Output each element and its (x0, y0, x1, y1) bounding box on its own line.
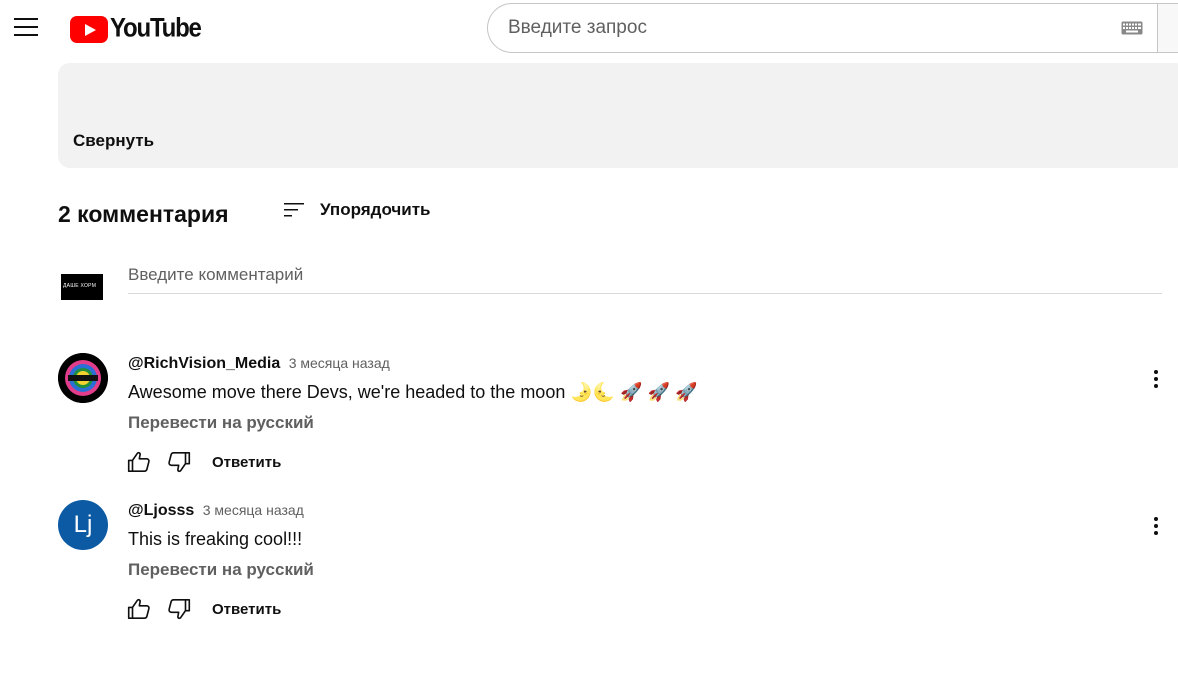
dislike-icon[interactable] (166, 449, 192, 475)
search-input[interactable]: Введите запрос (508, 17, 647, 39)
comment-actions: Ответить (126, 596, 281, 622)
avatar-initials: Lj (73, 511, 93, 538)
logo-text: YouTube (110, 13, 202, 44)
dislike-icon[interactable] (166, 596, 192, 622)
comment-time[interactable]: 3 месяца назад (289, 355, 390, 371)
author-line: @Ljosss 3 месяца назад (128, 502, 304, 520)
youtube-logo[interactable]: YouTube (70, 13, 202, 44)
author-line: @RichVision_Media 3 месяца назад (128, 355, 390, 373)
search-box[interactable]: Введите запрос (487, 3, 1157, 53)
like-icon[interactable] (126, 449, 152, 475)
description-panel: Свернуть (58, 63, 1178, 168)
search-button[interactable] (1157, 3, 1178, 53)
sort-icon (284, 203, 304, 217)
collapse-button[interactable]: Свернуть (73, 131, 154, 151)
comment-text: This is freaking cool!!! (128, 529, 303, 549)
comment-text: Awesome move there Devs, we're headed to… (128, 382, 698, 402)
comments-count: 2 комментария (58, 201, 229, 227)
avatar[interactable] (58, 353, 108, 403)
sort-button[interactable]: Упорядочить (282, 198, 431, 222)
page: YouTube Введите запрос Свернуть 2 коммен… (0, 0, 1178, 677)
menu-icon[interactable] (14, 18, 38, 38)
more-vert-icon[interactable] (1144, 367, 1168, 391)
sort-label: Упорядочить (320, 200, 431, 219)
avatar-image (58, 353, 108, 403)
like-icon[interactable] (126, 596, 152, 622)
translate-button[interactable]: Перевести на русский (128, 413, 314, 433)
reply-button[interactable]: Ответить (212, 454, 281, 471)
my-avatar-text: ДАШЕ ХОРМ (63, 283, 97, 289)
youtube-logo-icon (70, 15, 108, 43)
comment-author[interactable]: @Ljosss (128, 502, 194, 519)
add-comment-input[interactable]: Введите комментарий (128, 265, 1162, 294)
more-vert-icon[interactable] (1144, 514, 1168, 538)
comment-item: Lj @Ljosss 3 месяца назад This is freaki… (58, 500, 1168, 640)
keyboard-icon[interactable] (1121, 21, 1143, 35)
avatar[interactable]: Lj (58, 500, 108, 550)
reply-button[interactable]: Ответить (212, 601, 281, 618)
comment-item: @RichVision_Media 3 месяца назад Awesome… (58, 353, 1168, 493)
my-avatar: ДАШЕ ХОРМ (61, 274, 103, 300)
comment-actions: Ответить (126, 449, 281, 475)
comment-author[interactable]: @RichVision_Media (128, 355, 280, 372)
add-comment-placeholder: Введите комментарий (128, 265, 304, 284)
comment-time[interactable]: 3 месяца назад (203, 502, 304, 518)
translate-button[interactable]: Перевести на русский (128, 560, 314, 580)
